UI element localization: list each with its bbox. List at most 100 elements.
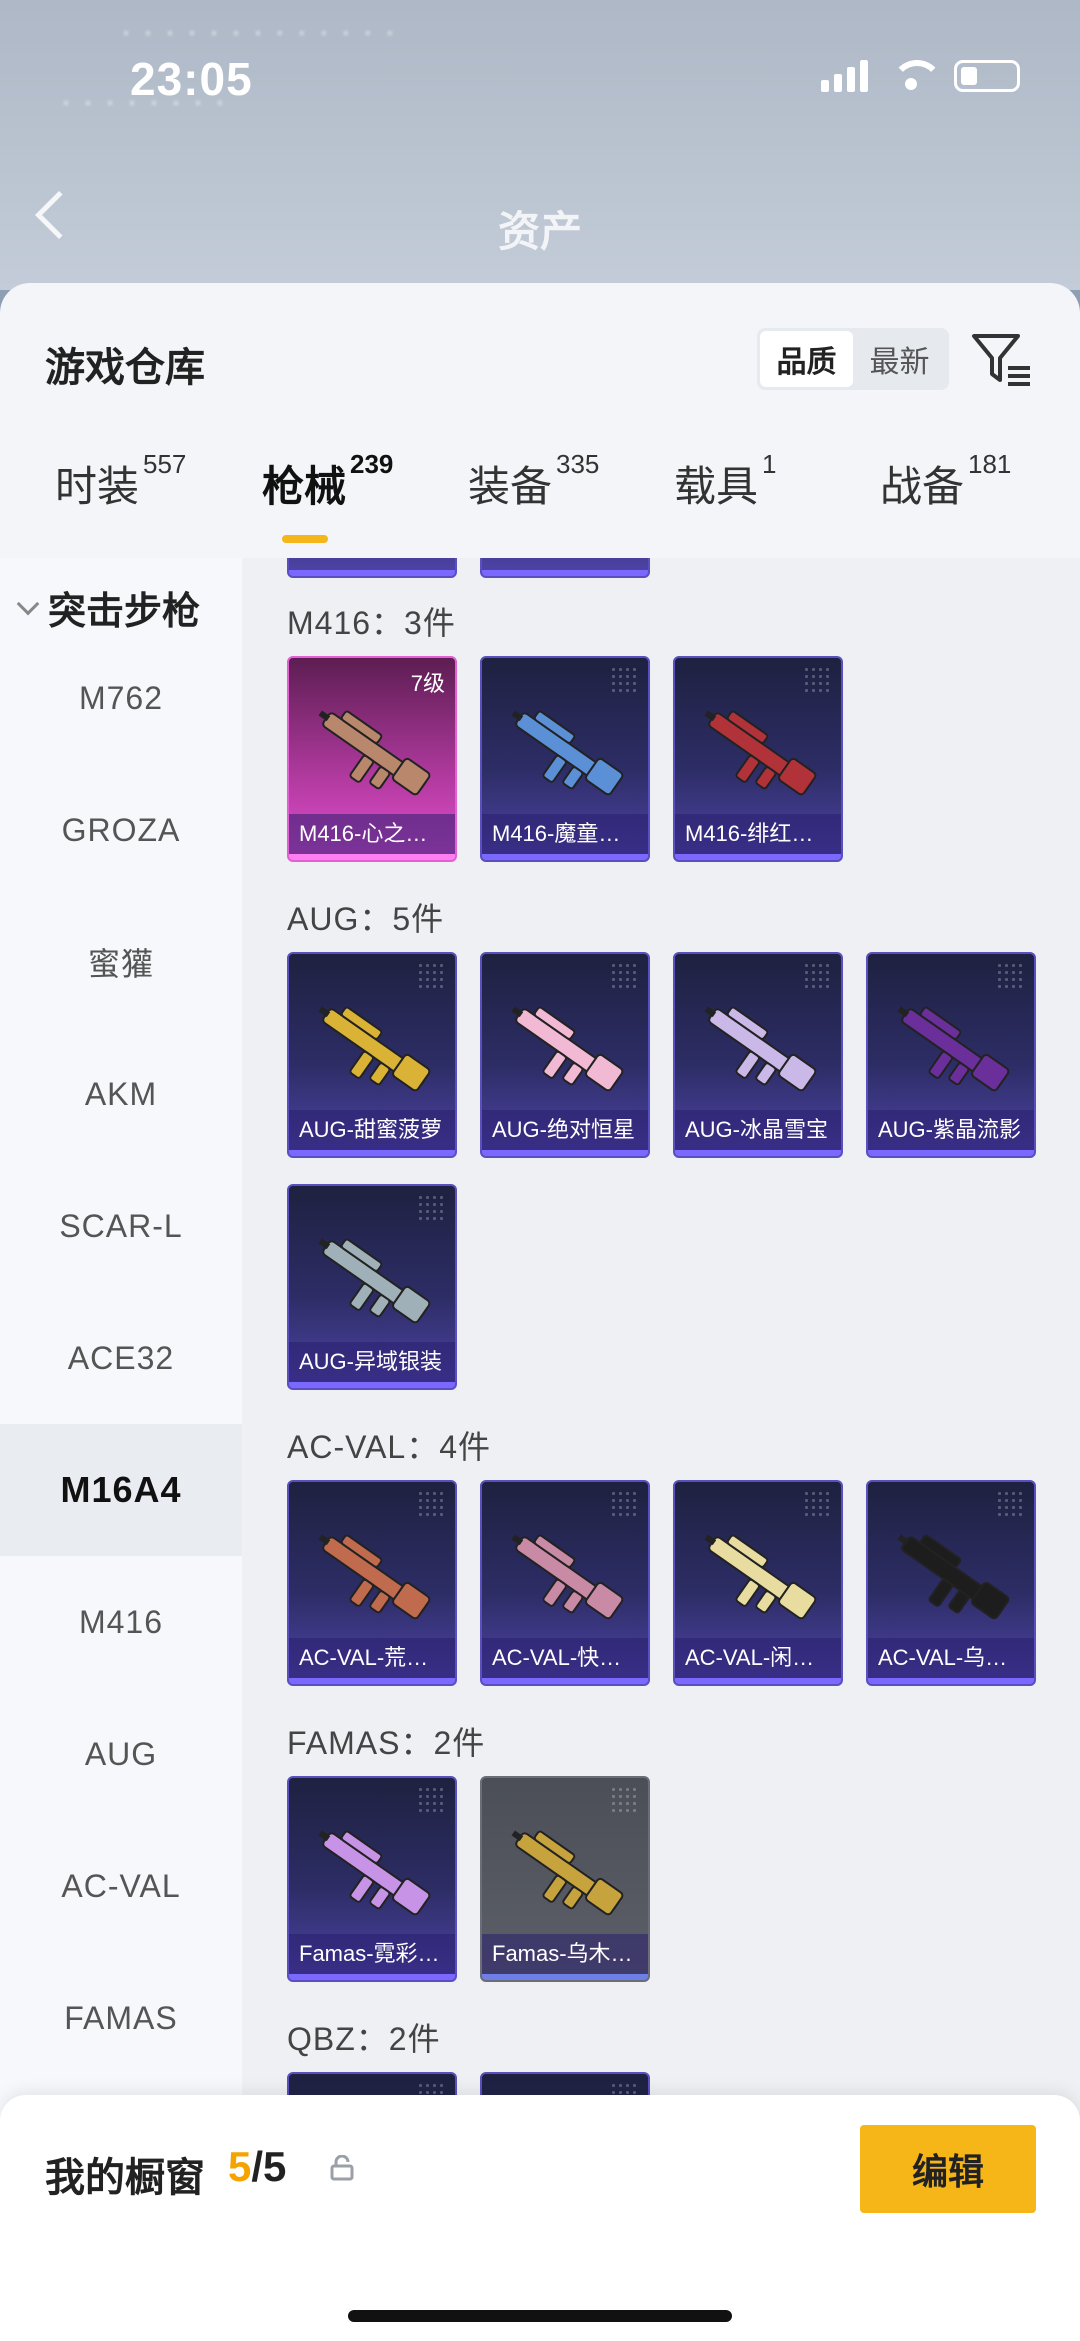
sidebar-category[interactable]: 突击步枪: [16, 580, 201, 635]
weapon-skin-image: [500, 994, 634, 1104]
tab-0[interactable]: 时装 557: [55, 449, 186, 514]
status-icons: [821, 60, 1020, 92]
sidebar-item[interactable]: M762: [0, 632, 242, 764]
weapon-skin-image: [886, 1522, 1020, 1632]
tab-2[interactable]: 装备 335: [468, 449, 599, 514]
weapon-skin-image: [307, 1522, 441, 1632]
weapon-card[interactable]: AC-VAL-快…: [480, 1480, 650, 1686]
rarity-bar: [482, 1150, 648, 1156]
sheet-header: 游戏仓库 品质 最新: [0, 283, 1080, 433]
tab-label: 战备: [880, 463, 965, 510]
weapon-sidebar: 突击步枪 M762 GROZA 蜜獾 AKM SCAR-L ACE32 M16A4 M416 A…: [0, 558, 242, 2341]
signal-icon: [821, 60, 868, 92]
weapon-level: 7级: [410, 671, 445, 696]
blurred-header-backdrop: · · · · · · · · · · · · · · · · · · · · …: [0, 0, 1080, 290]
tab-4[interactable]: 战备 181: [880, 449, 1011, 514]
page-title: 资产: [497, 208, 582, 255]
sidebar-item[interactable]: ACE32: [0, 1292, 242, 1424]
weapon-card[interactable]: AUG-绝对恒星: [480, 952, 650, 1158]
rarity-bar: [868, 1150, 1034, 1156]
sidebar-item[interactable]: AKM: [0, 1028, 242, 1160]
tab-3[interactable]: 载具 1: [674, 449, 776, 514]
weapon-skin-image: [693, 698, 827, 808]
weapon-name: M416-魔童…: [482, 814, 648, 854]
weapon-card-partial[interactable]: [287, 558, 457, 578]
weapon-name: Famas-乌木…: [482, 1934, 648, 1974]
dots-pattern: [996, 962, 1026, 992]
sidebar-item[interactable]: M16A4: [0, 1424, 242, 1556]
weapon-name: AC-VAL-快…: [482, 1638, 648, 1678]
weapon-skin-image: [307, 994, 441, 1104]
weapon-grid: M416：3件 7级 M416-心之… M416-魔童… M416-绯红… AUG：5件 A…: [242, 558, 1080, 2341]
weapon-skin-image: [886, 994, 1020, 1104]
weapon-card[interactable]: Famas-乌木…: [480, 1776, 650, 1982]
showcase-title: 我的橱窗: [45, 2156, 205, 2200]
showcase-total: /5: [251, 2143, 287, 2190]
tab-count: 335: [556, 449, 600, 479]
weapon-card[interactable]: AUG-甜蜜菠萝: [287, 952, 457, 1158]
rarity-bar: [482, 1974, 648, 1980]
weapon-name: Famas-霓彩…: [289, 1934, 455, 1974]
weapon-card[interactable]: AUG-冰晶雪宝: [673, 952, 843, 1158]
weapon-skin-image: [307, 698, 441, 808]
sort-toggle: 品质 最新: [757, 328, 949, 390]
weapon-skin-image: [500, 698, 634, 808]
home-indicator: [348, 2310, 732, 2322]
weapon-name: AC-VAL-乌…: [868, 1638, 1034, 1678]
sidebar-item[interactable]: GROZA: [0, 764, 242, 896]
sort-by-newest[interactable]: 最新: [853, 331, 946, 387]
weapon-group-title: FAMAS：2件: [287, 1725, 486, 1761]
weapon-name: AUG-甜蜜菠萝: [289, 1110, 455, 1150]
dots-pattern: [417, 962, 447, 992]
weapon-card[interactable]: AUG-异域银装: [287, 1184, 457, 1390]
dots-pattern: [610, 1786, 640, 1816]
sidebar-item[interactable]: 蜜獾: [0, 896, 242, 1028]
weapon-card[interactable]: M416-绯红…: [673, 656, 843, 862]
weapon-skin-image: [500, 1818, 634, 1928]
edit-button[interactable]: 编辑: [860, 2125, 1036, 2213]
dots-pattern: [803, 962, 833, 992]
weapon-card[interactable]: AC-VAL-乌…: [866, 1480, 1036, 1686]
rarity-bar: [675, 1678, 841, 1684]
weapon-group-title: M416：3件: [287, 605, 456, 641]
dots-pattern: [803, 1490, 833, 1520]
rarity-bar: [675, 1150, 841, 1156]
weapon-card[interactable]: AC-VAL-荒…: [287, 1480, 457, 1686]
filter-icon[interactable]: [970, 328, 1034, 392]
sidebar-item[interactable]: M416: [0, 1556, 242, 1688]
weapon-skin-image: [693, 994, 827, 1104]
weapon-name: AUG-绝对恒星: [482, 1110, 648, 1150]
chevron-down-icon: [16, 592, 40, 615]
dots-pattern: [610, 1490, 640, 1520]
weapon-card-partial[interactable]: [480, 558, 650, 578]
lock-icon: [330, 2155, 354, 2181]
tab-count: 1: [762, 449, 777, 479]
sidebar-item[interactable]: AC-VAL: [0, 1820, 242, 1952]
rarity-bar: [675, 854, 841, 860]
weapon-name: AC-VAL-荒…: [289, 1638, 455, 1678]
showcase-current: 5: [228, 2143, 252, 2190]
tab-1[interactable]: 枪械 239: [262, 449, 393, 514]
sidebar-item[interactable]: AUG: [0, 1688, 242, 1820]
weapon-group-title: AUG：5件: [287, 901, 445, 937]
wifi-icon: [890, 60, 943, 92]
weapon-card[interactable]: 7级 M416-心之…: [287, 656, 457, 862]
rarity-bar: [289, 854, 455, 860]
weapon-card[interactable]: AC-VAL-闲…: [673, 1480, 843, 1686]
weapon-name: AUG-冰晶雪宝: [675, 1110, 841, 1150]
weapon-card[interactable]: Famas-霓彩…: [287, 1776, 457, 1982]
sidebar-item[interactable]: FAMAS: [0, 1952, 242, 2084]
rarity-bar: [482, 1678, 648, 1684]
active-tab-indicator: [282, 535, 328, 543]
sidebar-item[interactable]: SCAR-L: [0, 1160, 242, 1292]
sort-by-quality[interactable]: 品质: [760, 331, 853, 387]
weapon-card[interactable]: M416-魔童…: [480, 656, 650, 862]
dots-pattern: [417, 1490, 447, 1520]
tab-count: 557: [143, 449, 187, 479]
rarity-bar: [482, 854, 648, 860]
rarity-bar: [289, 1150, 455, 1156]
weapon-card[interactable]: AUG-紫晶流影: [866, 952, 1036, 1158]
weapon-group-title: AC-VAL：4件: [287, 1429, 492, 1465]
weapon-name: M416-绯红…: [675, 814, 841, 854]
sidebar-category-label: 突击步枪: [48, 591, 201, 633]
